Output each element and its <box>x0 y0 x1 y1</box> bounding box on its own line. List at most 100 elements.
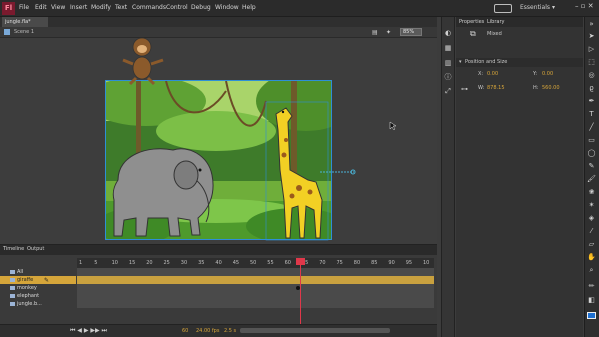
ruler-tick-label: 95 <box>405 260 413 266</box>
rectangle-tool-icon[interactable]: ▭ <box>587 136 596 145</box>
subselection-tool-icon[interactable]: ▷ <box>587 45 596 54</box>
hand-tool-icon[interactable]: ✋ <box>587 253 596 262</box>
workspace-label: Essentials <box>520 4 551 11</box>
x-label: X: <box>478 71 484 77</box>
layer-row-monkey[interactable]: monkey <box>0 284 76 292</box>
tab-output[interactable]: Output <box>27 246 44 252</box>
menu-text[interactable]: Text <box>115 4 127 11</box>
line-tool-icon[interactable]: ╱ <box>587 123 596 132</box>
menu-commands[interactable]: Commands <box>132 4 166 11</box>
workspace-switcher[interactable]: Essentials ▾ <box>520 4 572 14</box>
back-arrow-icon[interactable] <box>4 29 10 35</box>
ruler-tick-label: 15 <box>128 260 136 266</box>
time-readout: 2.5 s <box>224 328 237 334</box>
selection-tool-icon[interactable]: ➤ <box>587 32 596 41</box>
tab-properties[interactable]: Properties <box>459 19 484 25</box>
timeline-header <box>0 244 437 255</box>
link-icon[interactable]: ⊶ <box>461 85 468 93</box>
frame-row-elephant[interactable] <box>77 292 434 300</box>
sync-settings-icon[interactable] <box>494 4 512 13</box>
w-field[interactable]: 878.15 <box>487 85 505 91</box>
layer-name: jungle.b... <box>17 301 42 307</box>
x-field[interactable]: 0.00 <box>487 71 498 77</box>
menu-file[interactable]: File <box>19 4 29 11</box>
ruler-tick-label: 1 <box>79 260 83 266</box>
collapse-tools-icon[interactable]: » <box>587 20 596 29</box>
pencil-tool-icon[interactable]: ✎ <box>587 162 596 171</box>
info-icon[interactable]: ⓘ <box>444 73 452 81</box>
document-tab-bar <box>0 17 437 27</box>
edit-symbol-icon[interactable]: ✦ <box>386 29 393 36</box>
section-chevron-icon: ▾ <box>459 59 462 65</box>
menu-edit[interactable]: Edit <box>35 4 47 11</box>
transform-icon[interactable]: ⤢ <box>444 87 452 95</box>
deco-tool-icon[interactable]: ❀ <box>587 188 596 197</box>
y-field[interactable]: 0.00 <box>542 71 553 77</box>
menu-modify[interactable]: Modify <box>91 4 111 11</box>
eraser-tool-icon[interactable]: ▱ <box>587 240 596 249</box>
bone-tool-icon[interactable]: ✶ <box>587 201 596 210</box>
ruler-tick-label: 45 <box>232 260 240 266</box>
menu-insert[interactable]: Insert <box>70 4 87 11</box>
layer-row-all[interactable]: All <box>0 268 76 276</box>
layer-name: monkey <box>17 285 37 291</box>
scene-breadcrumb[interactable]: Scene 1 <box>14 29 34 35</box>
paint-bucket-tool-icon[interactable]: ◈ <box>587 214 596 223</box>
menu-view[interactable]: View <box>51 4 65 11</box>
monkey-symbol[interactable] <box>120 36 166 86</box>
playhead[interactable] <box>300 258 301 324</box>
zoom-tool-icon[interactable]: ⌕ <box>587 266 596 275</box>
fill-swatch[interactable] <box>587 312 596 319</box>
section-title: Position and Size <box>465 59 508 65</box>
playback-controls[interactable]: ⏮ ◀ ▶ ▶▶ ⏭ <box>70 327 107 335</box>
frame-row-jungle[interactable] <box>77 300 434 308</box>
oval-tool-icon[interactable]: ◯ <box>587 149 596 158</box>
swatches-icon[interactable]: ▦ <box>444 44 452 52</box>
ruler-numbers: 1 5 10 15 20 25 30 35 40 45 50 55 60 65 70 75 80 85 90 95 10 <box>77 258 434 268</box>
menu-debug[interactable]: Debug <box>191 4 211 11</box>
fps-readout[interactable]: 24.00 fps <box>196 328 219 334</box>
mouse-cursor-icon <box>389 121 397 131</box>
layer-name: All <box>17 269 24 275</box>
window-controls[interactable]: – ▫ ✕ <box>575 2 599 14</box>
fill-color-icon[interactable]: ◧ <box>587 296 596 305</box>
frame-row-monkey[interactable] <box>77 284 434 292</box>
h-field[interactable]: 560.00 <box>542 85 560 91</box>
menu-help[interactable]: Help <box>242 4 256 11</box>
brush-tool-icon[interactable]: 🖌 <box>587 175 596 184</box>
layer-icon <box>10 286 15 290</box>
ruler-tick-label: 50 <box>250 260 257 266</box>
layer-row-giraffe[interactable]: giraffe ✎ <box>0 276 76 284</box>
document-tab[interactable]: jungle.fla* <box>2 17 48 27</box>
menu-control[interactable]: Control <box>166 4 188 11</box>
layer-row-elephant[interactable]: elephant <box>0 292 76 300</box>
timeline-scrollbar[interactable] <box>240 328 390 333</box>
ruler-tick-label: 5 <box>94 260 98 266</box>
frame-row-all[interactable] <box>77 268 434 276</box>
stroke-color-icon[interactable]: ✏ <box>587 282 596 291</box>
menu-window[interactable]: Window <box>215 4 239 11</box>
layer-icon <box>10 294 15 298</box>
frame-row-giraffe[interactable] <box>77 276 434 284</box>
ruler-tick-label: 20 <box>146 260 153 266</box>
eyedropper-tool-icon[interactable]: ⁄ <box>587 227 596 236</box>
layer-list: All giraffe ✎ monkey elephant jungle.b... <box>0 258 76 318</box>
align-icon[interactable]: ▥ <box>444 59 452 67</box>
pen-tool-icon[interactable]: ✒ <box>587 97 596 106</box>
lasso-tool-icon[interactable]: ϱ <box>587 84 596 93</box>
tab-library[interactable]: Library <box>487 19 504 25</box>
transform-point-handle[interactable] <box>320 168 356 176</box>
layer-row-jungle[interactable]: jungle.b... <box>0 300 76 308</box>
3d-rotation-tool-icon[interactable]: ◎ <box>587 71 596 80</box>
color-icon[interactable]: ◐ <box>444 29 452 37</box>
layer-name: giraffe <box>17 277 34 283</box>
selection-type: Mixed <box>487 31 502 37</box>
text-tool-icon[interactable]: T <box>587 110 596 119</box>
edit-scene-icon[interactable]: ▤ <box>372 29 379 36</box>
tab-timeline[interactable]: Timeline <box>3 246 24 252</box>
ruler-tick-label: 60 <box>284 260 291 266</box>
zoom-select[interactable]: 85% <box>400 28 422 36</box>
free-transform-tool-icon[interactable]: ⬚ <box>587 58 596 67</box>
elephant-symbol[interactable] <box>108 140 218 240</box>
layer-icon <box>10 278 15 282</box>
